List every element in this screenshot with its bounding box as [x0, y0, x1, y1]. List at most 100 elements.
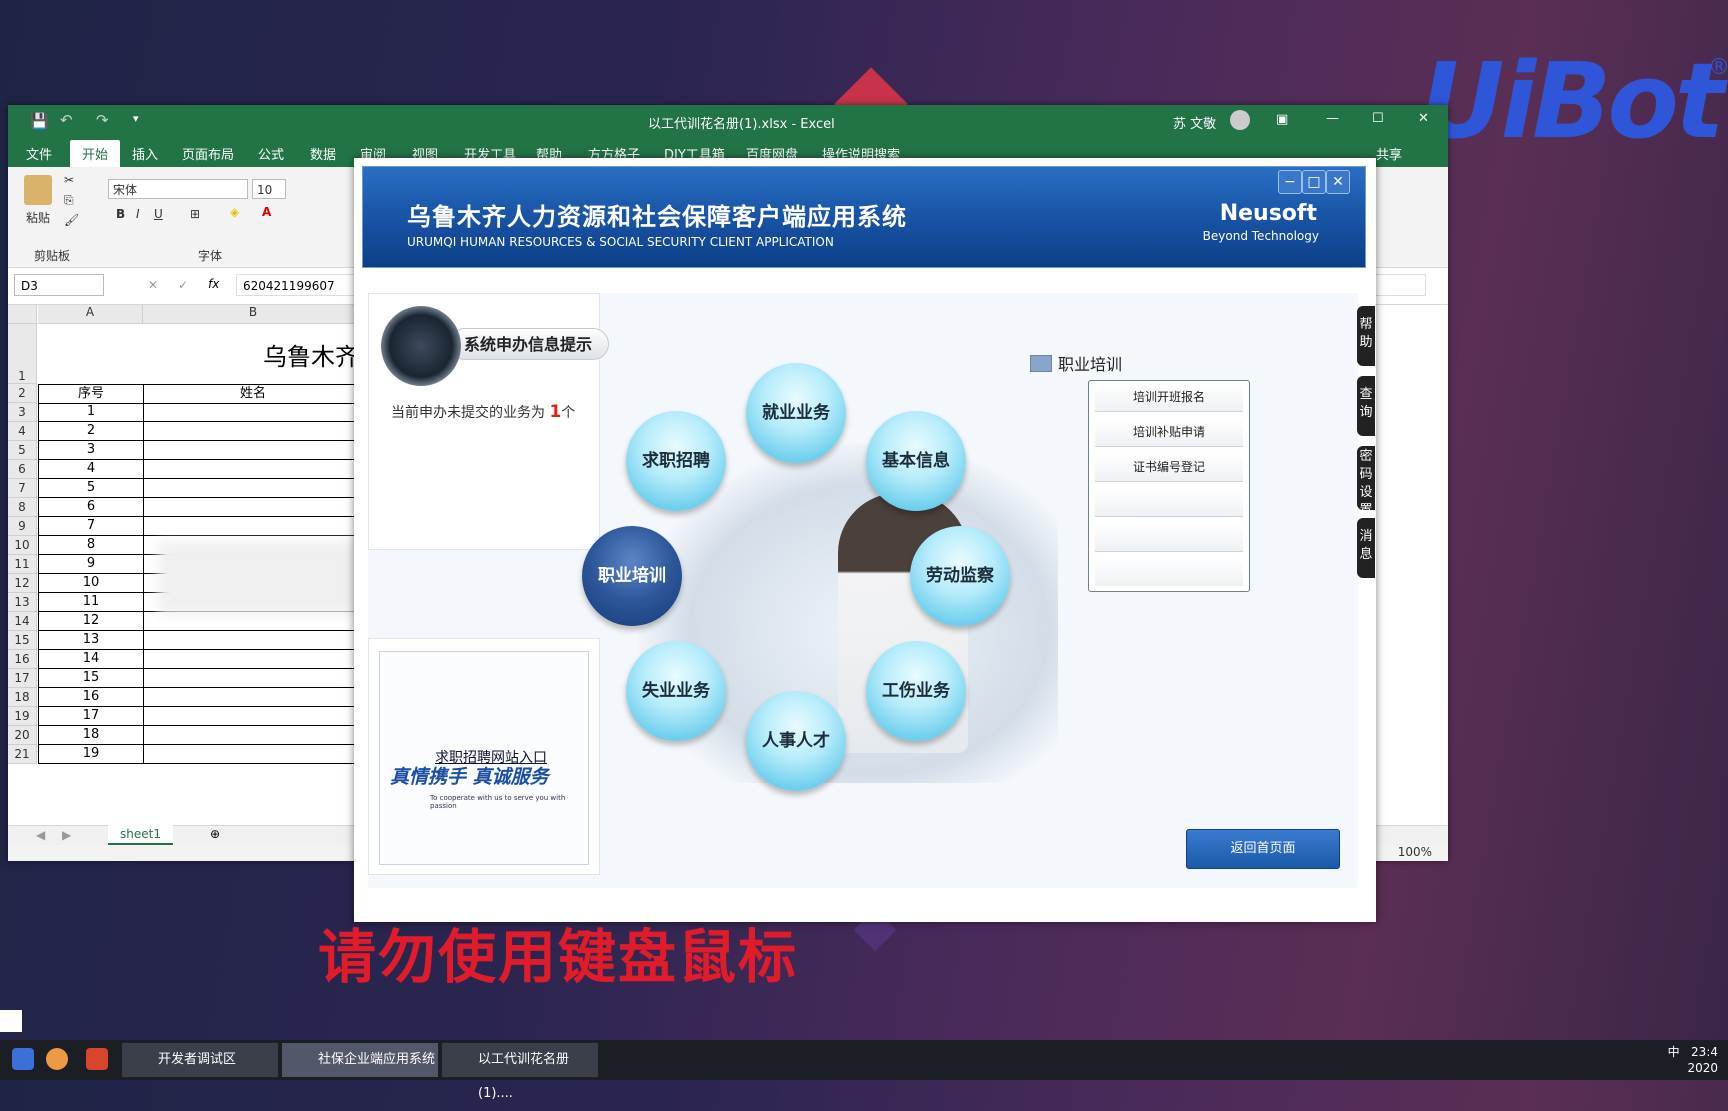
zoom-level[interactable]: 100% [1398, 845, 1432, 859]
cell-seq[interactable]: 7 [38, 517, 144, 536]
tab-formulas[interactable]: 公式 [258, 144, 284, 163]
menu-item-subsidy[interactable]: 培训补贴申请 [1095, 418, 1243, 447]
row-header[interactable]: 7 [8, 479, 37, 498]
paste-icon[interactable] [24, 175, 52, 205]
clock-date[interactable]: 2020 [1687, 1061, 1718, 1075]
btn-unemployment[interactable]: 失业业务 [626, 641, 726, 741]
column-header-b[interactable]: B [143, 305, 364, 324]
enter-icon[interactable]: ✓ [178, 278, 188, 292]
minimize-icon[interactable]: — [1326, 111, 1339, 126]
side-tab-help[interactable]: 帮助 [1357, 306, 1375, 366]
btn-basic-info[interactable]: 基本信息 [866, 411, 966, 511]
cell-name[interactable] [143, 688, 364, 707]
pending-count[interactable]: 1 [549, 402, 561, 422]
row-header[interactable]: 8 [8, 498, 37, 517]
cell-seq[interactable]: 15 [38, 669, 144, 688]
tab-file[interactable]: 文件 [26, 144, 52, 163]
cancel-icon[interactable]: ✕ [148, 278, 158, 292]
tab-home[interactable]: 开始 [70, 140, 121, 167]
search-icon[interactable] [12, 1048, 34, 1070]
cell-name[interactable] [143, 460, 364, 479]
header-name[interactable]: 姓名 [143, 384, 364, 404]
tab-insert[interactable]: 插入 [132, 144, 158, 163]
bold-button[interactable]: B [116, 207, 125, 221]
row-header[interactable]: 11 [8, 555, 37, 574]
btn-employment[interactable]: 就业业务 [746, 363, 846, 463]
quick-access-icon[interactable]: ▾ [133, 112, 139, 125]
row-header[interactable]: 9 [8, 517, 37, 536]
btn-vocational-training[interactable]: 职业培训 [582, 526, 682, 626]
cell-seq[interactable]: 6 [38, 498, 144, 517]
row-header[interactable]: 1 [8, 324, 37, 384]
row-header[interactable]: 21 [8, 745, 37, 764]
function-icon[interactable]: fx [208, 277, 219, 291]
clock-time[interactable]: 23:4 [1691, 1045, 1718, 1059]
row-header[interactable]: 18 [8, 688, 37, 707]
shirt-icon[interactable] [0, 1010, 22, 1032]
row-header[interactable]: 10 [8, 536, 37, 555]
italic-button[interactable]: I [136, 207, 140, 221]
underline-button[interactable]: U [154, 207, 163, 221]
row-header[interactable]: 16 [8, 650, 37, 669]
row-header[interactable]: 12 [8, 574, 37, 593]
header-seq[interactable]: 序号 [38, 384, 144, 404]
sheet-nav-left-icon[interactable]: ◀ [36, 828, 45, 842]
app-icon[interactable] [86, 1048, 108, 1070]
row-header[interactable]: 14 [8, 612, 37, 631]
side-tab-messages[interactable]: 消息 [1357, 518, 1375, 578]
close-icon[interactable]: ✕ [1418, 111, 1429, 126]
ime-indicator[interactable]: 中 [1668, 1045, 1680, 1059]
cell-seq[interactable]: 19 [38, 745, 144, 764]
redo-icon[interactable]: ↷ [96, 111, 109, 129]
font-size-select[interactable]: 10 [252, 179, 286, 199]
cell-seq[interactable]: 10 [38, 574, 144, 593]
cell-seq[interactable]: 1 [38, 403, 144, 422]
avatar[interactable] [1230, 110, 1250, 130]
btn-work-injury[interactable]: 工伤业务 [866, 641, 966, 741]
font-name-select[interactable]: 宋体 [108, 179, 248, 199]
cell-name[interactable] [143, 479, 364, 498]
cell-seq[interactable]: 12 [38, 612, 144, 631]
name-box[interactable]: D3 [14, 274, 104, 296]
undo-icon[interactable]: ↶ [60, 111, 73, 129]
cell-name[interactable] [143, 650, 364, 669]
cell-seq[interactable]: 14 [38, 650, 144, 669]
app-minimize-button[interactable]: − [1278, 170, 1302, 194]
select-all[interactable] [8, 305, 37, 324]
back-home-button[interactable]: 返回首页面 [1186, 829, 1340, 869]
cell-seq[interactable]: 16 [38, 688, 144, 707]
sheet-nav-right-icon[interactable]: ▶ [62, 828, 71, 842]
fill-color-icon[interactable]: ◈ [230, 205, 239, 219]
row-header[interactable]: 4 [8, 422, 37, 441]
cell-name[interactable] [143, 498, 364, 517]
cell-name[interactable] [143, 517, 364, 536]
row-header[interactable]: 5 [8, 441, 37, 460]
cell-name[interactable] [143, 726, 364, 745]
ribbon-display-icon[interactable]: ▣ [1276, 112, 1288, 127]
app-close-button[interactable]: ✕ [1326, 170, 1350, 194]
taskbar-item-excel[interactable]: 以工代训花名册(1).... [442, 1043, 598, 1101]
row-header[interactable]: 20 [8, 726, 37, 745]
row-header[interactable]: 2 [8, 384, 37, 403]
cell-seq[interactable]: 17 [38, 707, 144, 726]
taskbar-item-debug[interactable]: 开发者调试区 [122, 1043, 278, 1077]
format-painter-icon[interactable]: 🖌 [64, 213, 79, 227]
cell-seq[interactable]: 11 [38, 593, 144, 612]
save-icon[interactable]: 💾 [30, 112, 49, 130]
chrome-icon[interactable] [46, 1048, 68, 1070]
row-header[interactable]: 17 [8, 669, 37, 688]
tab-page-layout[interactable]: 页面布局 [182, 144, 234, 163]
cell-name[interactable] [143, 422, 364, 441]
menu-item-certificate[interactable]: 证书编号登记 [1095, 453, 1243, 482]
row-header[interactable]: 19 [8, 707, 37, 726]
cell-seq[interactable]: 5 [38, 479, 144, 498]
taskbar-item-social-security[interactable]: 社保企业端应用系统 [282, 1043, 438, 1077]
share-button[interactable]: 共享 [1376, 144, 1402, 163]
row-header[interactable]: 3 [8, 403, 37, 422]
menu-item-enrollment[interactable]: 培训开班报名 [1095, 383, 1243, 412]
column-header-a[interactable]: A [38, 305, 143, 324]
maximize-icon[interactable]: ☐ [1372, 111, 1384, 126]
cell-name[interactable] [143, 403, 364, 422]
cell-name[interactable] [143, 707, 364, 726]
row-header[interactable]: 6 [8, 460, 37, 479]
